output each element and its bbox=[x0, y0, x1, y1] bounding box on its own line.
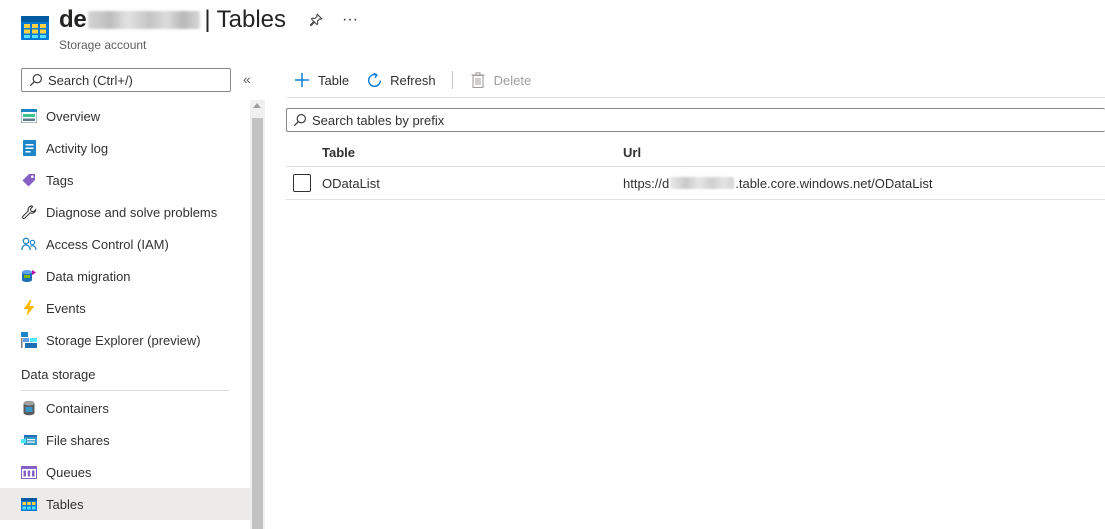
sidebar-item-label: Overview bbox=[46, 108, 101, 124]
sidebar-item-label: Events bbox=[46, 300, 86, 316]
sidebar-scrollbar[interactable] bbox=[250, 100, 265, 529]
sidebar-item-tags[interactable]: Tags bbox=[0, 164, 250, 196]
table-name-cell[interactable]: ODataList bbox=[322, 176, 623, 191]
row-checkbox[interactable] bbox=[293, 174, 311, 192]
sidebar-item-overview[interactable]: Overview bbox=[0, 100, 250, 132]
lightning-icon bbox=[21, 300, 37, 316]
sidebar-item-label: Data migration bbox=[46, 268, 131, 284]
sidebar-item-label: Activity log bbox=[46, 140, 109, 156]
table-row[interactable]: ODataList https://d .table.core.windows.… bbox=[286, 167, 1105, 200]
tables-icon bbox=[21, 496, 37, 512]
sidebar-item-queues[interactable]: Queues bbox=[0, 456, 250, 488]
sidebar-item-label: Tables bbox=[46, 496, 84, 512]
sidebar-item-file-shares[interactable]: File shares bbox=[0, 424, 250, 456]
delete-button[interactable]: Delete bbox=[469, 71, 532, 89]
main-content: Table Refresh Delete Table Url bbox=[265, 60, 1105, 529]
containers-icon bbox=[21, 400, 37, 416]
sidebar-item-diagnose[interactable]: Diagnose and solve problems bbox=[0, 196, 250, 228]
pin-icon[interactable] bbox=[308, 12, 324, 28]
sidebar-item-label: Access Control (IAM) bbox=[46, 236, 169, 252]
collapse-sidebar-button[interactable]: « bbox=[243, 71, 251, 87]
people-icon bbox=[21, 236, 37, 252]
add-table-label: Table bbox=[318, 72, 350, 88]
data-migration-icon bbox=[21, 268, 37, 284]
account-name: de bbox=[59, 6, 87, 33]
table-filter-input[interactable] bbox=[312, 112, 1012, 128]
url-prefix: https://d bbox=[623, 175, 670, 191]
refresh-button[interactable]: Refresh bbox=[365, 71, 436, 89]
sidebar-item-storage-explorer[interactable]: Storage Explorer (preview) bbox=[0, 324, 250, 356]
title-separator: | bbox=[204, 6, 211, 33]
search-icon bbox=[29, 74, 42, 87]
command-bar: Table Refresh Delete bbox=[293, 68, 547, 92]
redacted-url-part bbox=[670, 177, 735, 189]
sidebar-item-activity-log[interactable]: Activity log bbox=[0, 132, 250, 164]
sidebar-item-label: File shares bbox=[46, 432, 110, 448]
sidebar-item-data-migration[interactable]: Data migration bbox=[0, 260, 250, 292]
search-icon bbox=[293, 114, 306, 127]
sidebar-item-label: Diagnose and solve problems bbox=[46, 204, 218, 220]
more-options-icon[interactable]: ··· bbox=[342, 11, 358, 28]
table-filter[interactable] bbox=[286, 108, 1105, 132]
page-title: de | Tables ··· bbox=[59, 6, 358, 34]
sidebar-search-input[interactable] bbox=[48, 72, 218, 88]
page-header: de | Tables ··· Storage account bbox=[0, 0, 1105, 60]
delete-label: Delete bbox=[493, 72, 532, 88]
column-header-url[interactable]: Url bbox=[623, 145, 1105, 160]
tables-grid: Table Url ODataList https://d .table.cor… bbox=[286, 138, 1105, 200]
url-cell: https://d .table.core.windows.net/ODataL… bbox=[623, 176, 1105, 191]
column-header-table[interactable]: Table bbox=[322, 145, 623, 160]
wrench-icon bbox=[21, 204, 37, 220]
refresh-label: Refresh bbox=[390, 72, 436, 88]
scroll-up-arrow-icon[interactable] bbox=[253, 103, 261, 108]
sidebar-search[interactable] bbox=[21, 68, 231, 92]
activity-log-icon bbox=[21, 140, 37, 156]
file-shares-icon bbox=[21, 432, 37, 448]
tag-icon bbox=[21, 172, 37, 188]
section-divider bbox=[21, 390, 229, 391]
trash-icon bbox=[469, 71, 487, 89]
toolbar-separator bbox=[451, 71, 453, 89]
sidebar-item-label: Tags bbox=[46, 172, 74, 188]
storage-explorer-icon bbox=[21, 332, 37, 348]
grid-header: Table Url bbox=[286, 138, 1105, 167]
redacted-account-name bbox=[88, 11, 201, 29]
refresh-icon bbox=[365, 71, 383, 89]
sidebar-item-tables[interactable]: Tables bbox=[0, 488, 250, 520]
sidebar: « Overview Activity log Tags Diagnose an… bbox=[0, 60, 265, 529]
queues-icon bbox=[21, 464, 37, 480]
page-subtitle: Storage account bbox=[59, 38, 147, 52]
add-table-button[interactable]: Table bbox=[293, 71, 349, 89]
sidebar-item-label: Containers bbox=[46, 400, 109, 416]
sidebar-item-iam[interactable]: Access Control (IAM) bbox=[0, 228, 250, 260]
section-header-data-storage: Data storage bbox=[21, 367, 96, 382]
sidebar-item-containers[interactable]: Containers bbox=[0, 392, 250, 424]
sidebar-item-label: Storage Explorer (preview) bbox=[46, 332, 201, 348]
url-suffix: .table.core.windows.net/ODataList bbox=[735, 175, 933, 191]
sidebar-item-events[interactable]: Events bbox=[0, 292, 250, 324]
scroll-thumb[interactable] bbox=[252, 118, 263, 529]
sidebar-item-label: Queues bbox=[46, 464, 92, 480]
plus-icon bbox=[293, 71, 311, 89]
overview-icon bbox=[21, 108, 37, 124]
toolbar-divider bbox=[287, 97, 1105, 98]
table-storage-icon bbox=[21, 16, 49, 40]
sidebar-nav: Overview Activity log Tags Diagnose and … bbox=[0, 100, 250, 520]
page-title-text: Tables bbox=[216, 6, 287, 33]
